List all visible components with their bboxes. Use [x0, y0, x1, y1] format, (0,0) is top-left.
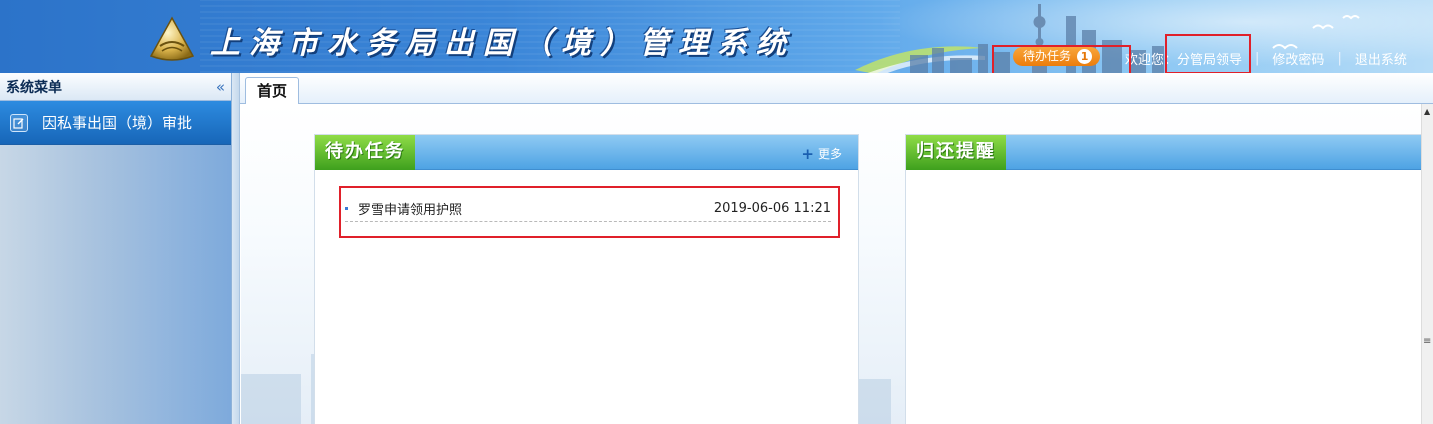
sidebar-item-private-travel-approval[interactable]: 因私事出国（境）审批 — [0, 101, 231, 145]
scroll-grip-icon: ≡ — [1423, 336, 1432, 347]
app-title: 上海市水务局出国（境）管理系统 — [210, 26, 795, 61]
home-content: 待办任务 + 更多 罗雪申请领用护照 2019-06-06 11:21 归还提醒 — [241, 104, 1422, 424]
main-area: 首页 待办任务 + 更多 罗雪申请领用护照 2019-06-06 11:21 归… — [239, 73, 1433, 424]
collapse-sidebar-icon[interactable]: « — [216, 78, 225, 96]
tab-bar: 首页 — [240, 73, 1433, 105]
todo-panel-title: 待办任务 — [315, 135, 415, 170]
sidebar-header: 系统菜单 « — [0, 73, 231, 101]
scroll-up-icon[interactable]: ▲ — [1424, 107, 1430, 116]
highlight-todo-item — [339, 186, 840, 238]
sidebar-title: 系统菜单 — [6, 79, 62, 96]
todo-panel: 待办任务 + 更多 罗雪申请领用护照 2019-06-06 11:21 — [314, 134, 859, 424]
logout-link[interactable]: 退出系统 — [1355, 49, 1407, 68]
separator: | — [1255, 50, 1260, 66]
tab-home[interactable]: 首页 — [245, 77, 299, 105]
return-reminder-panel-header: 归还提醒 — [906, 135, 1422, 170]
separator: | — [1337, 50, 1342, 66]
sidebar: 系统菜单 « 因私事出国（境）审批 — [0, 73, 232, 424]
change-password-link[interactable]: 修改密码 — [1272, 49, 1324, 68]
highlight-user-name — [1165, 34, 1251, 74]
sidebar-splitter[interactable] — [232, 73, 239, 424]
todo-panel-header: 待办任务 + 更多 — [315, 135, 858, 170]
return-reminder-panel-title: 归还提醒 — [906, 135, 1006, 170]
return-reminder-panel: 归还提醒 — [905, 134, 1422, 424]
more-button[interactable]: + 更多 — [801, 145, 842, 162]
sidebar-item-label: 因私事出国（境）审批 — [42, 114, 193, 132]
vertical-scrollbar[interactable]: ▲ ≡ — [1421, 104, 1433, 424]
plus-icon: + — [801, 144, 814, 163]
more-label: 更多 — [817, 147, 842, 161]
edit-icon — [10, 113, 28, 132]
logo-emblem-icon — [149, 16, 195, 61]
